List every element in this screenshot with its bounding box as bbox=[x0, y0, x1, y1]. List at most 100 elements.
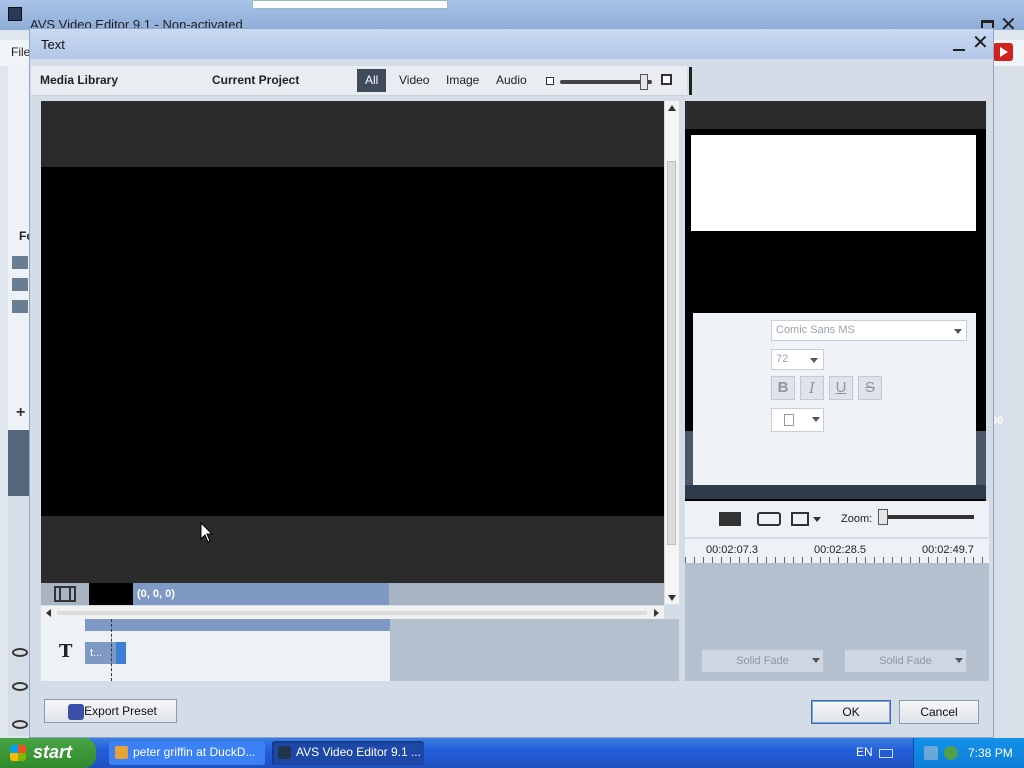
playhead[interactable] bbox=[111, 619, 112, 681]
next-frame-icon[interactable] bbox=[719, 512, 741, 526]
preview-vertical-scrollbar[interactable] bbox=[665, 101, 679, 604]
align-left-icon bbox=[784, 414, 794, 426]
video-track-clip[interactable] bbox=[85, 619, 390, 631]
cancel-label: Cancel bbox=[920, 705, 958, 719]
tab-current-project[interactable]: Current Project bbox=[212, 73, 299, 87]
font-family-select[interactable]: Comic Sans MS bbox=[771, 320, 967, 341]
fade-out-value: Solid Fade bbox=[879, 655, 932, 667]
scroll-right-icon[interactable] bbox=[654, 609, 659, 617]
text-preview-box[interactable] bbox=[691, 135, 976, 231]
export-preset-button[interactable]: Export Preset bbox=[44, 699, 177, 723]
export-preset-label: Export Preset bbox=[84, 704, 157, 718]
video-preview[interactable] bbox=[41, 101, 664, 583]
tab-media-library[interactable]: Media Library bbox=[40, 73, 118, 87]
app-titlebar: AVS Video Editor 9.1 - Non-activated bbox=[0, 0, 1024, 32]
ok-button[interactable]: OK bbox=[811, 700, 891, 724]
preview-horizontal-scrollbar[interactable] bbox=[41, 606, 664, 620]
taskbar-item-label: AVS Video Editor 9.1 ... bbox=[296, 745, 421, 759]
browser-icon bbox=[115, 746, 128, 759]
text-preview-bottom-strip bbox=[685, 485, 986, 499]
scroll-up-icon[interactable] bbox=[668, 105, 676, 111]
video-frame bbox=[41, 167, 664, 516]
strikethrough-button[interactable]: S bbox=[858, 376, 882, 400]
font-family-value: Comic Sans MS bbox=[776, 324, 855, 336]
taskbar-item-avs[interactable]: AVS Video Editor 9.1 ... bbox=[272, 741, 424, 765]
bold-button[interactable]: B bbox=[771, 376, 795, 400]
mini-timeline[interactable]: (0, 0, 0) bbox=[41, 583, 664, 605]
close-icon[interactable]: ✕ bbox=[1000, 15, 1017, 35]
mouse-cursor-icon bbox=[200, 522, 214, 543]
toolbar-divider bbox=[689, 67, 692, 95]
ruler-time-label: 00:02:28.5 bbox=[814, 544, 866, 556]
clip-thumbnail[interactable] bbox=[89, 583, 133, 605]
audio-mixer-icon[interactable] bbox=[757, 512, 781, 526]
filter-all[interactable]: All bbox=[357, 69, 387, 92]
minimize-icon[interactable] bbox=[953, 37, 965, 51]
fade-in-select[interactable]: Solid Fade bbox=[701, 649, 824, 673]
scroll-thumb[interactable] bbox=[57, 611, 647, 615]
dialog-titlebar: Text ✕ bbox=[30, 29, 993, 59]
underline-button[interactable]: U bbox=[829, 376, 853, 400]
language-indicator[interactable]: EN bbox=[856, 745, 873, 759]
security-icon[interactable] bbox=[944, 746, 958, 760]
ruler-time-label: 00:02:07.3 bbox=[706, 544, 758, 556]
menu-file[interactable]: File bbox=[11, 45, 30, 59]
scroll-down-icon[interactable] bbox=[668, 595, 676, 601]
alignment-select[interactable] bbox=[771, 408, 824, 432]
font-size-select[interactable]: 72 bbox=[771, 349, 824, 370]
add-icon[interactable]: + bbox=[16, 404, 25, 422]
avs-app-icon bbox=[278, 746, 291, 759]
export-preset-icon bbox=[68, 704, 84, 720]
filter-image[interactable]: Image bbox=[438, 69, 487, 92]
keyboard-icon[interactable] bbox=[879, 749, 893, 758]
youtube-icon[interactable] bbox=[993, 43, 1013, 61]
taskbar-item-browser[interactable]: peter griffin at DuckD... bbox=[109, 741, 265, 765]
font-size-value: 72 bbox=[776, 353, 789, 365]
network-icon[interactable] bbox=[924, 746, 938, 760]
scroll-left-icon[interactable] bbox=[46, 609, 51, 617]
ruler-time-label: 00:02:49.7 bbox=[922, 544, 974, 556]
chevron-down-icon[interactable] bbox=[813, 517, 821, 522]
chevron-down-icon bbox=[812, 417, 820, 422]
app-tab-strip bbox=[252, 0, 448, 9]
windows-logo-icon bbox=[10, 745, 26, 761]
film-icon bbox=[54, 586, 76, 602]
app-right-edge bbox=[994, 66, 1024, 738]
clip-color-label: (0, 0, 0) bbox=[137, 588, 175, 600]
filter-video[interactable]: Video bbox=[391, 69, 437, 92]
app-logo-icon bbox=[8, 7, 22, 21]
chevron-down-icon bbox=[810, 358, 818, 363]
thumbnail-large-icon[interactable] bbox=[661, 74, 672, 85]
chevron-down-icon bbox=[954, 329, 962, 334]
text-dialog: Text ✕ Media Library Current Project All… bbox=[29, 28, 994, 738]
timeline-zoom-slider[interactable] bbox=[880, 515, 974, 519]
folder-icon[interactable] bbox=[12, 256, 28, 269]
start-label: start bbox=[33, 742, 73, 762]
folder-icon[interactable] bbox=[12, 300, 28, 313]
thumbnail-small-icon[interactable] bbox=[546, 77, 554, 85]
display-mode-icon[interactable] bbox=[791, 512, 809, 526]
timeline-empty-area bbox=[390, 619, 679, 681]
fade-in-value: Solid Fade bbox=[736, 655, 789, 667]
app-dark-band bbox=[8, 430, 30, 496]
chevron-down-icon bbox=[812, 658, 820, 663]
filter-audio[interactable]: Audio bbox=[488, 69, 535, 92]
text-clip-label: t... bbox=[90, 647, 103, 659]
folder-icon[interactable] bbox=[12, 278, 28, 291]
thumbnail-size-slider[interactable] bbox=[560, 80, 652, 84]
clock: 7:38 PM bbox=[968, 746, 1013, 760]
cancel-button[interactable]: Cancel bbox=[899, 700, 979, 724]
italic-button[interactable]: I bbox=[800, 376, 824, 400]
app-left-lower-panel bbox=[8, 496, 30, 736]
thumbnail-size-slider-handle[interactable] bbox=[640, 74, 648, 90]
fade-out-select[interactable]: Solid Fade bbox=[844, 649, 967, 673]
text-track-icon: T bbox=[59, 641, 73, 662]
eye-icon[interactable] bbox=[12, 682, 28, 691]
close-icon[interactable]: ✕ bbox=[972, 31, 989, 55]
text-preview-top-strip bbox=[685, 101, 986, 129]
scroll-thumb[interactable] bbox=[667, 161, 676, 545]
timeline-zoom-slider-handle[interactable] bbox=[878, 509, 888, 525]
dialog-title: Text bbox=[41, 37, 65, 52]
eye-icon[interactable] bbox=[12, 720, 28, 729]
eye-icon[interactable] bbox=[12, 648, 28, 657]
